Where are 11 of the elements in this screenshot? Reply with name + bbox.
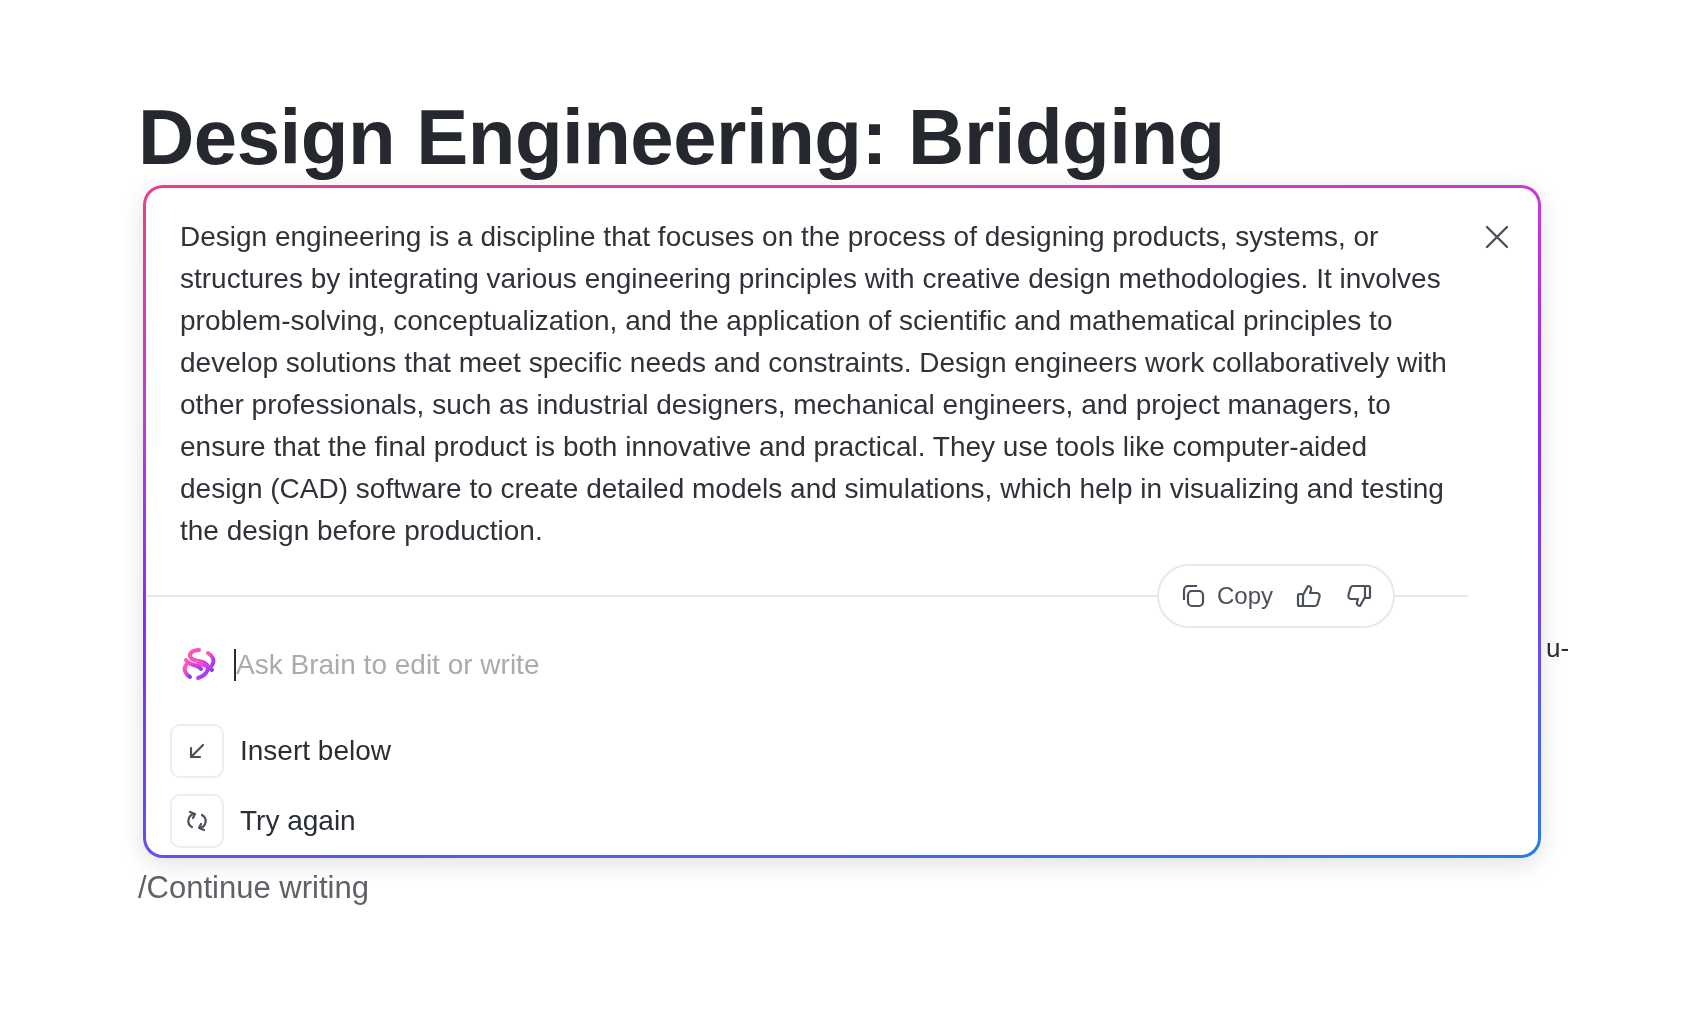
thumbs-down-icon[interactable]: [1345, 582, 1373, 610]
option-button[interactable]: Try again: [170, 794, 356, 848]
refresh-icon: [186, 809, 208, 833]
arrow-icon: [187, 741, 207, 761]
continue-prompt[interactable]: /Continue writing: [138, 870, 369, 906]
prompt-field[interactable]: Ask Brain to edit or write: [234, 649, 936, 681]
copy-button[interactable]: Copy: [1178, 582, 1273, 610]
thumbs-up-icon[interactable]: [1295, 582, 1323, 610]
option-button[interactable]: Insert below: [170, 724, 391, 778]
response-text: Design engineering is a discipline that focuses on the process of designing products, systems, or structures by integrating various engineering principles with creative design methodologies. It involves problem-solving, conceptualization, and the application of scientific and mathematical principles to develop solutions that meet specific needs and constraints. Design engineers work collaboratively with other professionals, such as industrial designers, mechanical engineers, and project managers, to ensure that the final product is both innovative and practical. They use tools like computer-aided design (CAD) software to create detailed models and simulations, which help in visualizing and testing the design before production.: [180, 220, 1448, 548]
text-fragment: u-: [1546, 633, 1570, 664]
